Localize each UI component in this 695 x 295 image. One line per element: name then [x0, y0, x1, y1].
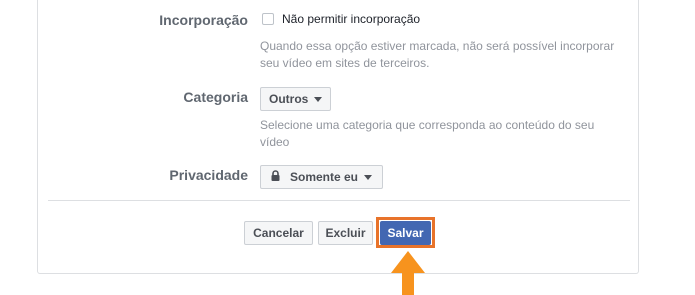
privacy-selected-value: Somente eu: [290, 170, 359, 184]
category-dropdown[interactable]: Outros: [260, 87, 332, 111]
lock-icon: [271, 169, 280, 184]
page: Incorporação Não permitir incorporação Q…: [0, 0, 695, 295]
cancel-button[interactable]: Cancelar: [244, 221, 313, 245]
category-selected-value: Outros: [269, 92, 309, 106]
save-highlight-box: [376, 217, 435, 248]
category-help-text: Selecione uma categoria que corresponda …: [260, 118, 595, 149]
category-label: Categoria: [183, 89, 248, 105]
chevron-down-icon: [364, 174, 373, 180]
divider: [48, 200, 630, 201]
privacy-label: Privacidade: [169, 167, 248, 183]
embed-help-text: Quando essa opção estiver marcada, não s…: [260, 39, 615, 70]
embed-checkbox-label: Não permitir incorporação: [282, 12, 421, 26]
delete-button[interactable]: Excluir: [318, 221, 373, 245]
embed-label: Incorporação: [159, 12, 248, 28]
up-arrow-icon: [391, 251, 425, 295]
embed-checkbox[interactable]: [262, 13, 274, 25]
privacy-dropdown[interactable]: Somente eu: [260, 165, 384, 189]
chevron-down-icon: [314, 96, 323, 102]
embed-checkbox-row[interactable]: Não permitir incorporação: [262, 12, 420, 26]
